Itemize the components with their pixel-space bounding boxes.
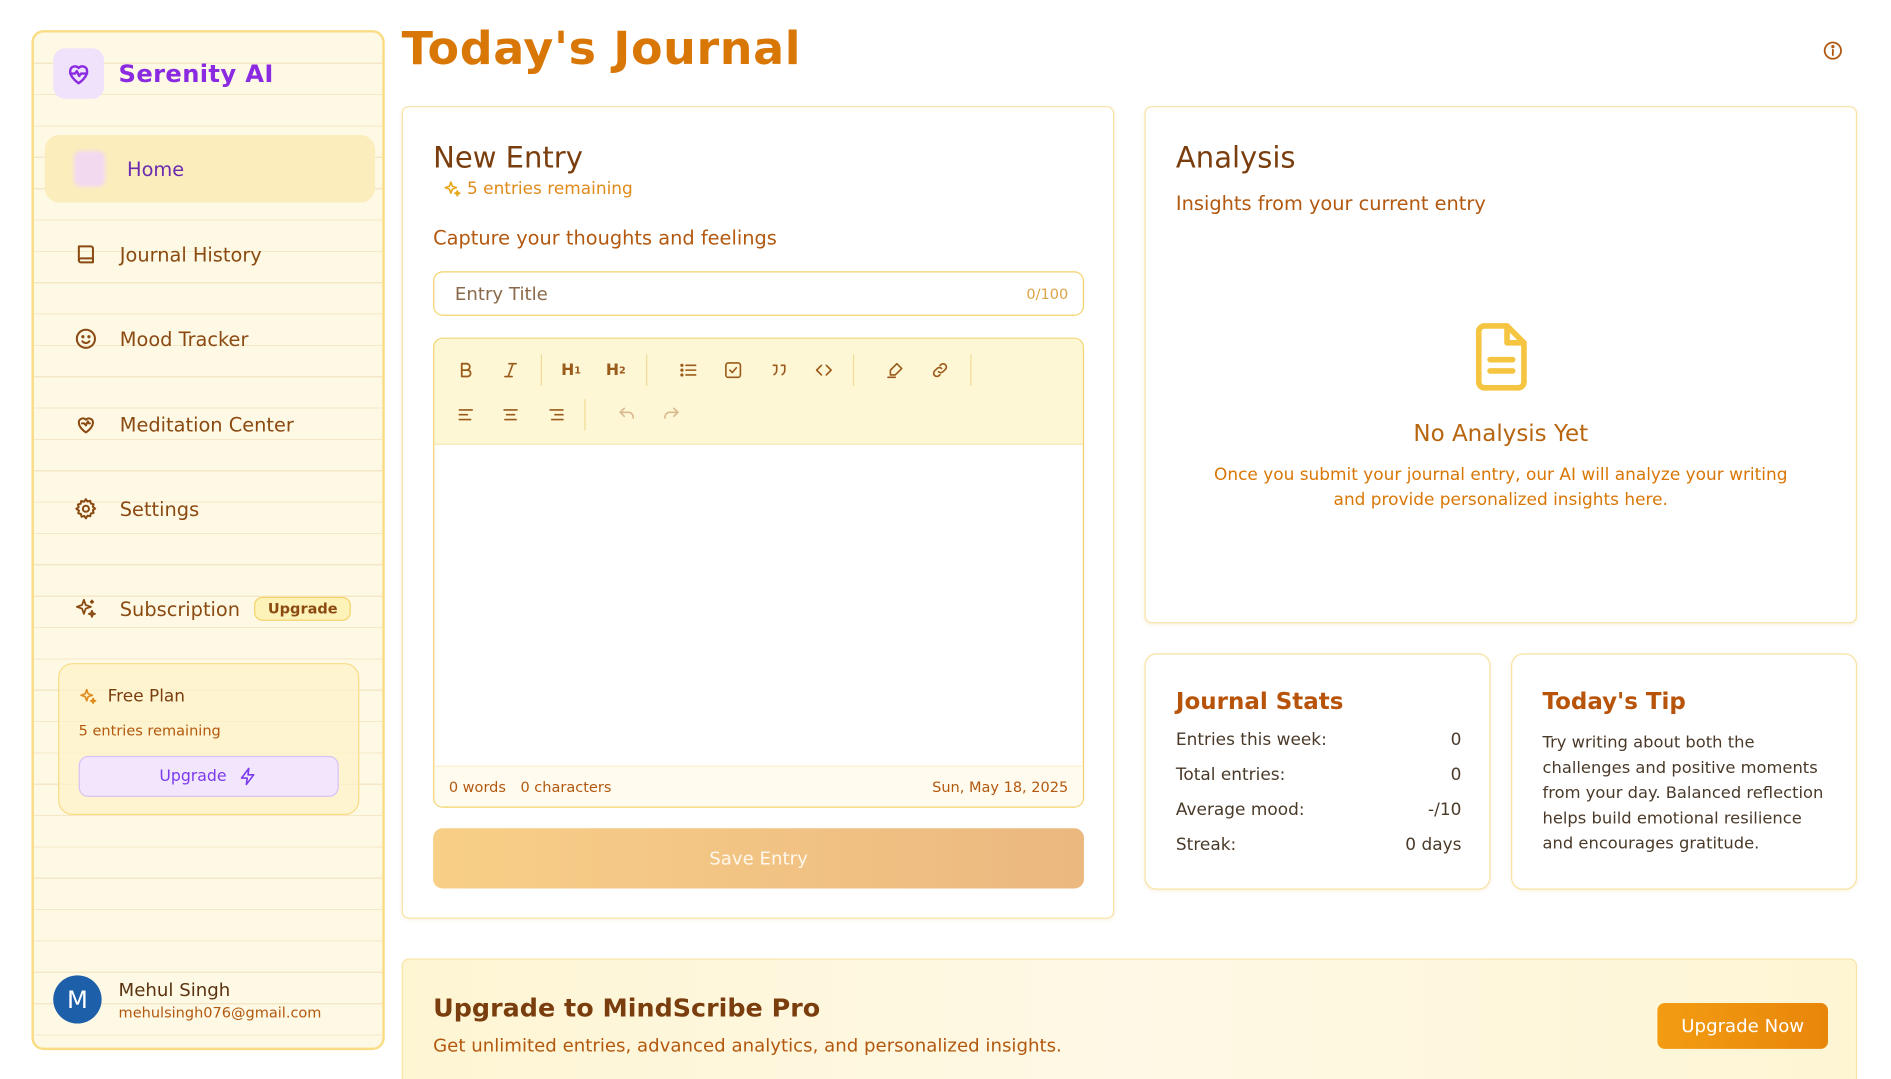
sidebar: Serenity AI Home Journal History Mood Tr… (31, 30, 385, 1051)
entries-remaining: 5 entries remaining (443, 180, 633, 199)
title-char-counter: 0/100 (1026, 285, 1069, 303)
upgrade-now-button[interactable]: Upgrade Now (1657, 1003, 1829, 1049)
align-right-icon[interactable] (541, 399, 572, 430)
save-entry-button[interactable]: Save Entry (433, 828, 1084, 889)
home-icon (73, 150, 106, 187)
avatar: M (53, 975, 102, 1024)
new-entry-subtitle: Capture your thoughts and feelings (433, 226, 777, 250)
gear-icon (74, 497, 98, 521)
plan-card: Free Plan 5 entries remaining Upgrade (58, 663, 360, 815)
lightning-icon (239, 767, 258, 786)
heading-1-icon[interactable]: H1 (555, 354, 586, 385)
book-icon (74, 242, 98, 266)
plan-upgrade-button[interactable]: Upgrade (78, 755, 339, 797)
user-email: mehulsingh076@gmail.com (118, 1003, 322, 1021)
analysis-card: Analysis Insights from your current entr… (1144, 106, 1858, 624)
editor-toolbar: H1 H2 (434, 338, 1083, 445)
sparkles-icon (443, 180, 462, 199)
link-icon[interactable] (924, 354, 955, 385)
quote-icon[interactable] (763, 354, 794, 385)
stat-total-entries: Total entries: 0 (1175, 765, 1462, 785)
stat-streak: Streak: 0 days (1175, 835, 1462, 855)
stat-entries-this-week: Entries this week: 0 (1175, 730, 1462, 750)
user-profile[interactable]: M Mehul Singh mehulsingh076@gmail.com (53, 975, 322, 1024)
bullet-list-icon[interactable] (673, 354, 704, 385)
word-count: 0 words (448, 778, 506, 796)
code-icon[interactable] (808, 354, 839, 385)
document-icon (1467, 319, 1535, 399)
heading-2-icon[interactable]: H2 (600, 354, 631, 385)
new-entry-title: New Entry (433, 141, 583, 175)
bold-icon[interactable] (450, 354, 481, 385)
plan-remaining: 5 entries remaining (78, 722, 221, 740)
sidebar-item-journal-history[interactable]: Journal History (45, 221, 375, 289)
plan-name: Free Plan (107, 687, 186, 707)
sidebar-item-mood-tracker[interactable]: Mood Tracker (45, 305, 375, 373)
info-icon[interactable] (1822, 40, 1844, 62)
banner-subtitle: Get unlimited entries, advanced analytic… (433, 1034, 1062, 1057)
plan-upgrade-label: Upgrade (159, 767, 227, 786)
sidebar-item-meditation-center[interactable]: Meditation Center (45, 391, 375, 459)
no-analysis-title: No Analysis Yet (1413, 420, 1589, 448)
todays-tip-title: Today's Tip (1542, 688, 1686, 715)
sidebar-item-home[interactable]: Home (44, 135, 376, 203)
sidebar-item-label: Settings (119, 497, 200, 521)
plan-title: Free Plan (79, 687, 185, 706)
sidebar-item-label: Meditation Center (119, 412, 294, 436)
sidebar-item-label: Home (127, 157, 185, 181)
checklist-icon[interactable] (717, 354, 748, 385)
entry-title-placeholder: Entry Title (454, 282, 548, 305)
heart-pulse-icon (53, 48, 105, 99)
todays-tip-text: Try writing about both the challenges an… (1542, 733, 1824, 854)
new-entry-card: New Entry 5 entries remaining Capture yo… (401, 106, 1115, 919)
upgrade-banner: Upgrade to MindScribe Pro Get unlimited … (401, 958, 1858, 1079)
entry-title-input[interactable]: Entry Title 0/100 (433, 271, 1084, 316)
banner-title: Upgrade to MindScribe Pro (433, 993, 821, 1023)
entries-remaining-label: 5 entries remaining (466, 179, 633, 199)
smile-icon (74, 327, 98, 351)
rich-text-editor[interactable]: H1 H2 0 words 0 characters Sun, May 18, … (433, 337, 1084, 808)
heart-icon (74, 412, 98, 436)
brand[interactable]: Serenity AI (53, 48, 274, 99)
sidebar-item-label: Journal History (119, 242, 262, 266)
sidebar-item-label: Subscription (119, 597, 241, 621)
italic-icon[interactable] (495, 354, 526, 385)
undo-icon[interactable] (611, 399, 642, 430)
sparkles-icon (79, 687, 98, 706)
user-name: Mehul Singh (118, 978, 231, 1001)
highlighter-icon[interactable] (880, 354, 911, 385)
redo-icon[interactable] (656, 399, 687, 430)
brand-name: Serenity AI (118, 59, 274, 89)
sparkles-icon (74, 597, 98, 621)
sidebar-item-label: Mood Tracker (119, 327, 249, 351)
editor-footer: 0 words 0 characters Sun, May 18, 2025 (434, 765, 1083, 807)
journal-stats-card: Journal Stats Entries this week: 0 Total … (1144, 653, 1491, 890)
stat-average-mood: Average mood: -/10 (1175, 800, 1462, 820)
character-count: 0 characters (520, 778, 612, 796)
todays-tip-card: Today's Tip Try writing about both the c… (1511, 653, 1858, 890)
analysis-title: Analysis (1175, 141, 1296, 175)
align-center-icon[interactable] (495, 399, 526, 430)
journal-stats-title: Journal Stats (1175, 688, 1344, 715)
no-analysis-message: Once you submit your journal entry, our … (1214, 465, 1788, 510)
upgrade-badge[interactable]: Upgrade (254, 596, 351, 621)
sidebar-item-settings[interactable]: Settings (45, 475, 375, 543)
align-left-icon[interactable] (450, 399, 481, 430)
analysis-subtitle: Insights from your current entry (1175, 191, 1486, 215)
entry-date: Sun, May 18, 2025 (932, 778, 1069, 796)
page-title: Today's Journal (401, 21, 802, 75)
sidebar-item-subscription[interactable]: Subscription Upgrade (45, 575, 375, 643)
